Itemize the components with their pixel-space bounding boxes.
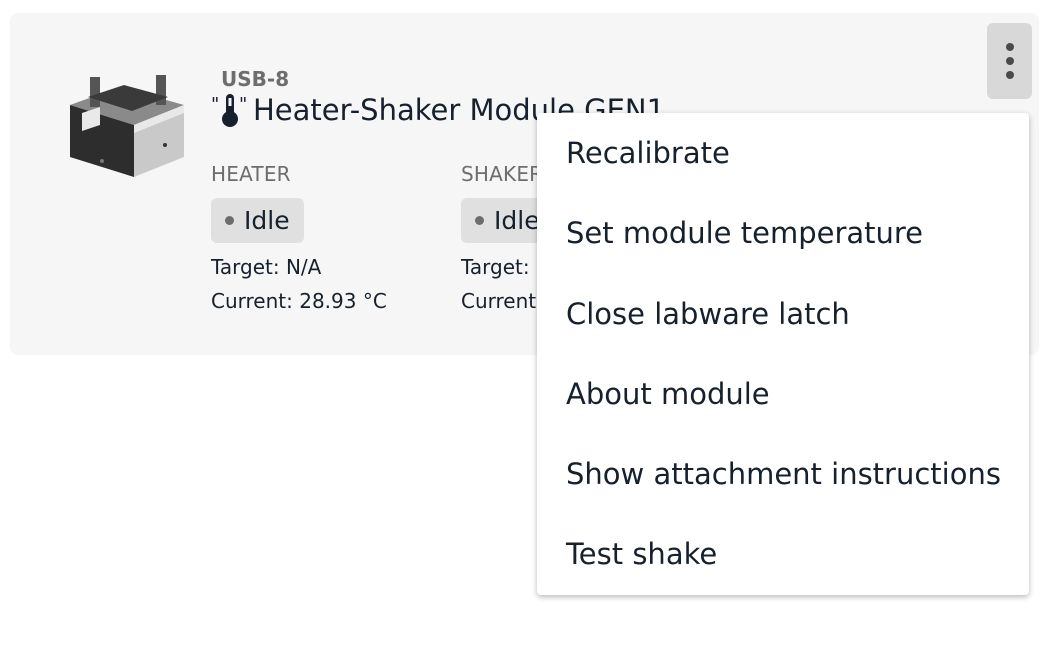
svg-text:": "	[211, 94, 219, 115]
menu-item-recalibrate[interactable]: Recalibrate	[537, 113, 1029, 193]
menu-item-close-labware-latch[interactable]: Close labware latch	[537, 274, 1029, 354]
port-label: USB-8	[221, 67, 290, 91]
heater-shaker-module-image	[70, 75, 184, 177]
kebab-menu-icon	[1005, 43, 1014, 51]
heater-label: HEATER	[211, 162, 291, 186]
kebab-menu-icon	[1005, 57, 1014, 65]
kebab-menu-icon	[1005, 71, 1014, 79]
heater-target: Target: N/A	[211, 255, 322, 279]
overflow-menu: Recalibrate Set module temperature Close…	[537, 113, 1029, 595]
menu-item-set-module-temperature[interactable]: Set module temperature	[537, 193, 1029, 273]
svg-text:": "	[239, 94, 247, 115]
heater-section: HEATER Idle Target: N/A Current: 28.93 °…	[211, 162, 387, 313]
shaker-status-text: Idle	[494, 206, 540, 235]
heater-status-badge: Idle	[211, 198, 304, 243]
status-dot-icon	[475, 216, 484, 225]
heater-status-text: Idle	[244, 206, 290, 235]
menu-item-test-shake[interactable]: Test shake	[537, 514, 1029, 594]
status-dot-icon	[225, 216, 234, 225]
menu-item-about-module[interactable]: About module	[537, 354, 1029, 434]
menu-item-show-attachment-instructions[interactable]: Show attachment instructions	[537, 434, 1029, 514]
heater-current: Current: 28.93 °C	[211, 289, 387, 313]
thermometer-icon: " "	[211, 94, 247, 127]
overflow-menu-button[interactable]	[987, 23, 1032, 99]
